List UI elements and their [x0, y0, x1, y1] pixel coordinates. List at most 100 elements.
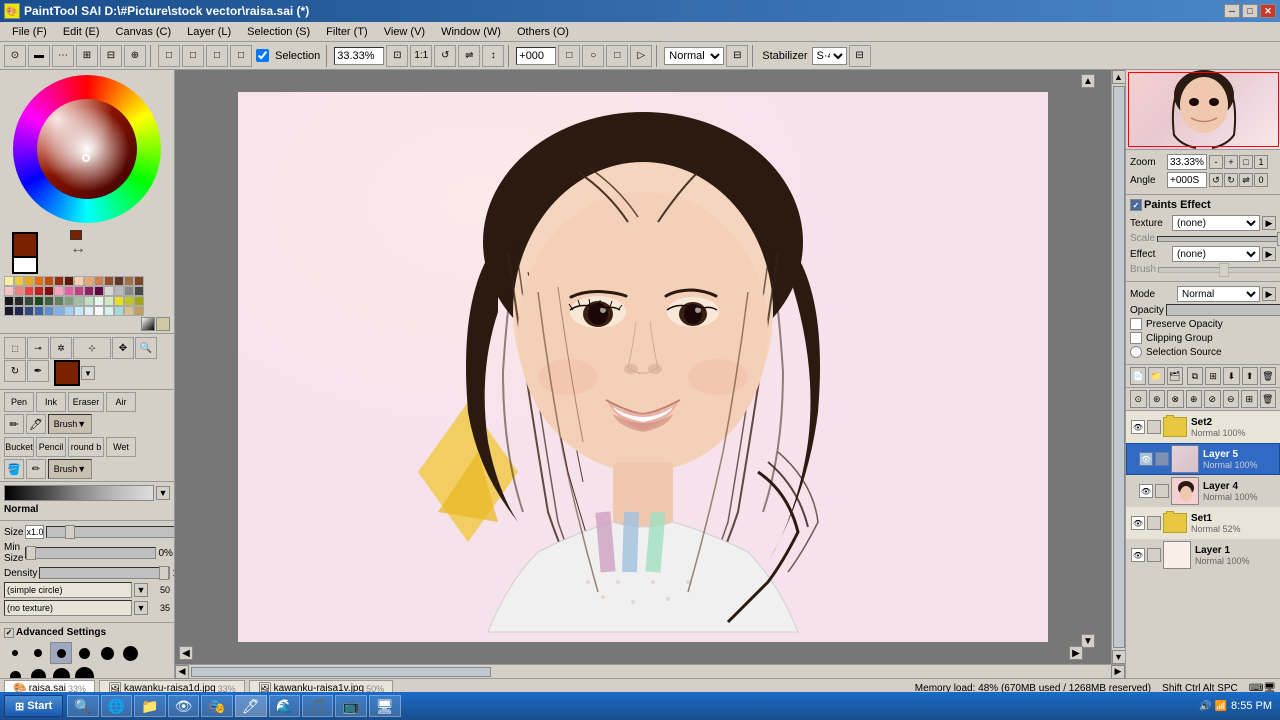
- air-tool[interactable]: Air: [106, 392, 136, 412]
- swatch[interactable]: [24, 286, 34, 296]
- brush-dot-20b[interactable]: [4, 665, 26, 678]
- zoom-reset-btn[interactable]: 1: [1254, 155, 1268, 169]
- new-layer-btn[interactable]: 📄: [1130, 367, 1146, 385]
- paints-effect-check[interactable]: ✓: [1130, 199, 1142, 211]
- move-canvas-tool[interactable]: ✥: [112, 337, 134, 359]
- layer-5[interactable]: 👁 Layer 5 Normal 100%: [1126, 443, 1280, 475]
- zoom-plus-btn[interactable]: +: [1224, 155, 1238, 169]
- swatch[interactable]: [14, 276, 24, 286]
- swatch[interactable]: [104, 276, 114, 286]
- scroll-up-arrow[interactable]: ▲: [1081, 74, 1095, 88]
- set2-clip[interactable]: [1147, 420, 1161, 434]
- scroll-v-down[interactable]: ▼: [1112, 650, 1126, 664]
- layer-tool-4[interactable]: ⊕: [1186, 390, 1203, 408]
- layer4-visibility[interactable]: 👁: [1139, 484, 1153, 498]
- swatch[interactable]: [44, 276, 54, 286]
- swatch[interactable]: [34, 286, 44, 296]
- start-button[interactable]: ⊞ Start: [4, 695, 63, 717]
- angle-flip-btn[interactable]: ⇌: [1239, 173, 1253, 187]
- taskbar-icon-1[interactable]: 🔍: [67, 695, 98, 717]
- swatch[interactable]: [4, 286, 14, 296]
- gradient-swatch[interactable]: [141, 317, 155, 331]
- mode-select-layer[interactable]: Normal Multiply Screen Overlay: [1177, 286, 1260, 302]
- swatch[interactable]: [104, 296, 114, 306]
- swatch[interactable]: [84, 306, 94, 316]
- advanced-check[interactable]: ✓: [4, 628, 14, 638]
- zoom-mirror-btn[interactable]: ↕: [482, 45, 504, 67]
- mode-extra-btn[interactable]: ⊟: [726, 45, 748, 67]
- swatch[interactable]: [4, 306, 14, 316]
- texture-select[interactable]: (no texture): [4, 600, 132, 616]
- set2-visibility[interactable]: 👁: [1131, 420, 1145, 434]
- layer-merge-btn[interactable]: ⊞: [1205, 367, 1221, 385]
- swatch[interactable]: [74, 296, 84, 306]
- vertical-scrollbar[interactable]: ▲ ▼: [1111, 70, 1125, 664]
- angle-value-input[interactable]: [1167, 172, 1207, 188]
- min-size-slider[interactable]: [25, 547, 156, 559]
- taskbar-icon-4[interactable]: 👁: [168, 695, 200, 717]
- stabilizer-select[interactable]: S·4 S·1 S·7: [812, 47, 847, 65]
- brush-dot-30b[interactable]: [27, 665, 49, 678]
- menu-others[interactable]: Others (O): [509, 24, 577, 40]
- pen-icon-btn[interactable]: ✏: [4, 414, 24, 434]
- offset-btn-4[interactable]: ▷: [630, 45, 652, 67]
- swatch[interactable]: [134, 286, 144, 296]
- foreground-color-swatch[interactable]: [12, 232, 38, 258]
- tool-btn-6[interactable]: ⊕: [124, 45, 146, 67]
- tool-btn-8[interactable]: □: [182, 45, 204, 67]
- swatch[interactable]: [104, 286, 114, 296]
- tool-btn-5[interactable]: ⊟: [100, 45, 122, 67]
- swatch[interactable]: [4, 296, 14, 306]
- fg-mini-swatch[interactable]: [54, 360, 80, 386]
- select-lasso-tool[interactable]: ⊸: [27, 337, 49, 359]
- layer-tool-5[interactable]: ⊘: [1204, 390, 1221, 408]
- minimize-button[interactable]: ─: [1224, 4, 1240, 18]
- scroll-h-right[interactable]: ▶: [1111, 665, 1125, 679]
- tool-btn-7[interactable]: □: [158, 45, 180, 67]
- layer-down-btn[interactable]: ⬇: [1223, 367, 1239, 385]
- scale-slider[interactable]: [1157, 236, 1280, 242]
- pen-tool[interactable]: Pen: [4, 392, 34, 412]
- swatch[interactable]: [114, 296, 124, 306]
- menu-filter[interactable]: Filter (T): [318, 24, 376, 40]
- taskbar-icon-photoshop[interactable]: 🖊: [235, 695, 267, 717]
- preserve-opacity-checkbox[interactable]: [1130, 318, 1142, 330]
- zoom-value-input[interactable]: [1167, 154, 1207, 170]
- layer-tool-7[interactable]: ⊞: [1241, 390, 1258, 408]
- brush-dot-30[interactable]: [119, 642, 141, 664]
- tool-btn-10[interactable]: □: [230, 45, 252, 67]
- size-multiplier[interactable]: x1.0: [25, 525, 44, 539]
- brush-dot-20[interactable]: [73, 642, 95, 664]
- layer-tool-8[interactable]: 🗑: [1260, 390, 1277, 408]
- effect-select[interactable]: (none): [1172, 246, 1260, 262]
- scroll-v-thumb[interactable]: [1113, 86, 1125, 648]
- offset-input[interactable]: [516, 47, 556, 65]
- effect-extra-btn[interactable]: ▶: [1262, 247, 1276, 261]
- swatch[interactable]: [104, 306, 114, 316]
- brush-preset-btn[interactable]: Brush▼: [48, 414, 92, 434]
- tool-btn-4[interactable]: ⊞: [76, 45, 98, 67]
- select-rect-tool[interactable]: ⬚: [4, 337, 26, 359]
- layer-copy-btn[interactable]: ⧉: [1187, 367, 1203, 385]
- angle-reset-btn[interactable]: 0: [1254, 173, 1268, 187]
- swatch[interactable]: [94, 276, 104, 286]
- texture-effect-select[interactable]: (none): [1172, 215, 1260, 231]
- swatch[interactable]: [124, 306, 134, 316]
- menu-file[interactable]: File (F): [4, 24, 55, 40]
- scroll-v-up[interactable]: ▲: [1112, 70, 1126, 84]
- ink-icon-btn[interactable]: 🖊: [26, 414, 46, 434]
- layer-tool-6[interactable]: ⊖: [1223, 390, 1240, 408]
- horizontal-scrollbar[interactable]: ◀ ▶: [175, 664, 1125, 678]
- swatch[interactable]: [114, 306, 124, 316]
- zoom-flip-btn[interactable]: ⇌: [458, 45, 480, 67]
- swatch[interactable]: [24, 306, 34, 316]
- offset-btn-3[interactable]: □: [606, 45, 628, 67]
- swatch[interactable]: [84, 276, 94, 286]
- new-folder-btn[interactable]: 📁: [1148, 367, 1164, 385]
- angle-ccw-btn[interactable]: ↺: [1209, 173, 1223, 187]
- rotate-tool[interactable]: ↻: [4, 360, 26, 382]
- magic-wand-tool[interactable]: ✲: [50, 337, 72, 359]
- tool-btn-2[interactable]: ▬: [28, 45, 50, 67]
- layer-1[interactable]: 👁 Layer 1 Normal 100%: [1126, 539, 1280, 571]
- swatch[interactable]: [34, 276, 44, 286]
